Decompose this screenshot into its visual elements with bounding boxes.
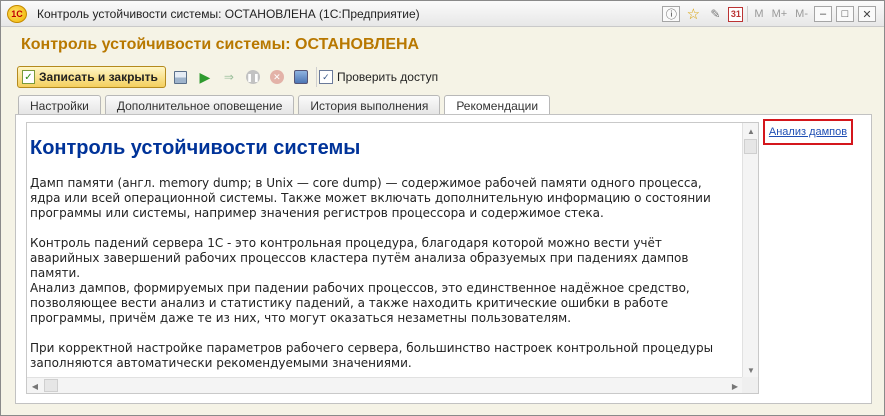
scroll-left-icon[interactable]: ◀	[27, 378, 43, 393]
database-icon	[293, 70, 308, 84]
scroll-down-icon[interactable]: ▼	[743, 362, 758, 378]
horizontal-scrollbar[interactable]: ◀ ▶	[27, 377, 743, 393]
text-line: программы или системы, например значения…	[30, 206, 604, 220]
dump-analysis-highlight: Анализ дампов	[763, 119, 853, 145]
memory-plus-button[interactable]: M+	[770, 5, 790, 23]
tab-settings[interactable]: Настройки	[18, 95, 101, 115]
text-line: заполняются автоматически рекомендуемыми…	[30, 356, 412, 370]
vertical-scroll-thumb[interactable]	[744, 139, 757, 154]
run-next-button[interactable]: ⇒	[220, 68, 238, 86]
disk-icon	[174, 70, 188, 84]
scroll-up-icon[interactable]: ▲	[743, 123, 758, 139]
save-document-icon: ✓	[22, 70, 35, 84]
tab-execution-history[interactable]: История выполнения	[298, 95, 441, 115]
memory-button[interactable]: M	[752, 5, 765, 23]
paragraph-memory-dump: Дамп памяти (англ. memory dump; в Unix —…	[30, 176, 743, 221]
memory-minus-button[interactable]: M-	[793, 5, 810, 23]
calendar-icon[interactable]: 31	[728, 6, 744, 22]
maximize-button[interactable]: □	[836, 6, 854, 22]
doc-info-icon[interactable]: ⓘ	[662, 6, 681, 22]
tab-strip: Настройки Дополнительное оповещение Исто…	[18, 95, 551, 116]
favorite-star-icon[interactable]: ☆	[684, 5, 702, 23]
text-line: ядра или всей операционной системы. Такж…	[30, 191, 711, 205]
title-bar: 1С Контроль устойчивости системы: ОСТАНО…	[1, 1, 884, 27]
text-line: аварийных завершений рабочих процессов к…	[30, 251, 689, 265]
check-access-label: Проверить доступ	[336, 70, 439, 84]
text-line: Дамп памяти (англ. memory dump; в Unix —…	[30, 176, 702, 190]
html-document-viewer[interactable]: Контроль устойчивости системы Дамп памят…	[26, 122, 759, 394]
tab-additional-notification[interactable]: Дополнительное оповещение	[104, 95, 295, 115]
document-title: Контроль устойчивости системы	[30, 137, 361, 159]
database-button[interactable]	[292, 68, 310, 86]
app-window: 1С Контроль устойчивости системы: ОСТАНО…	[0, 0, 885, 416]
tab-recommendations[interactable]: Рекомендации	[444, 95, 551, 116]
form-heading: Контроль устойчивости системы: ОСТАНОВЛЕ…	[21, 36, 420, 53]
text-line: Контроль падений сервера 1С - это контро…	[30, 236, 662, 250]
vertical-scrollbar[interactable]: ▲ ▼	[742, 123, 758, 378]
close-button[interactable]: ✕	[858, 6, 876, 22]
save-and-close-button[interactable]: ✓ Записать и закрыть	[17, 66, 166, 88]
run-button[interactable]: ▶	[196, 68, 214, 86]
pause-button[interactable]: ❚❚	[244, 68, 262, 86]
app-logo-icon[interactable]: 1С	[7, 5, 27, 23]
check-access-icon: ✓	[318, 70, 333, 84]
text-line: Анализ дампов, формируемых при падении р…	[30, 281, 690, 295]
pause-icon: ❚❚	[245, 70, 260, 84]
window-title: Контроль устойчивости системы: ОСТАНОВЛЕ…	[37, 7, 420, 21]
check-access-button[interactable]: ✓ Проверить доступ	[315, 67, 439, 87]
minimize-button[interactable]: –	[814, 6, 832, 22]
scroll-corner	[742, 377, 758, 393]
form-toolbar: ✓ Записать и закрыть ▶ ⇒ ❚❚ ✕ ✓ Проверит…	[17, 66, 438, 88]
horizontal-scroll-thumb[interactable]	[44, 379, 58, 392]
scroll-right-icon[interactable]: ▶	[727, 378, 743, 393]
paragraph-server-settings: При корректной настройке параметров рабо…	[30, 341, 743, 371]
text-line: позволяющее вести анализ и статистику па…	[30, 296, 669, 310]
text-line: памяти.	[30, 266, 81, 280]
text-line: При корректной настройке параметров рабо…	[30, 341, 714, 355]
paragraph-crash-control: Контроль падений сервера 1С - это контро…	[30, 236, 743, 326]
stop-icon: ✕	[269, 70, 284, 84]
edit-icon[interactable]: ✎	[706, 5, 724, 23]
text-line: программы, причём даже те из них, что мо…	[30, 311, 572, 325]
save-and-close-label: Записать и закрыть	[39, 70, 158, 84]
save-button[interactable]	[172, 68, 190, 86]
separator	[747, 6, 749, 22]
dump-analysis-link[interactable]: Анализ дампов	[769, 126, 847, 138]
recommendations-panel: Контроль устойчивости системы Дамп памят…	[15, 114, 872, 404]
stop-button[interactable]: ✕	[268, 68, 286, 86]
title-bar-controls: ⓘ ☆ ✎ 31 M M+ M- – □ ✕	[662, 4, 876, 24]
document-content: Контроль устойчивости системы Дамп памят…	[29, 123, 743, 377]
